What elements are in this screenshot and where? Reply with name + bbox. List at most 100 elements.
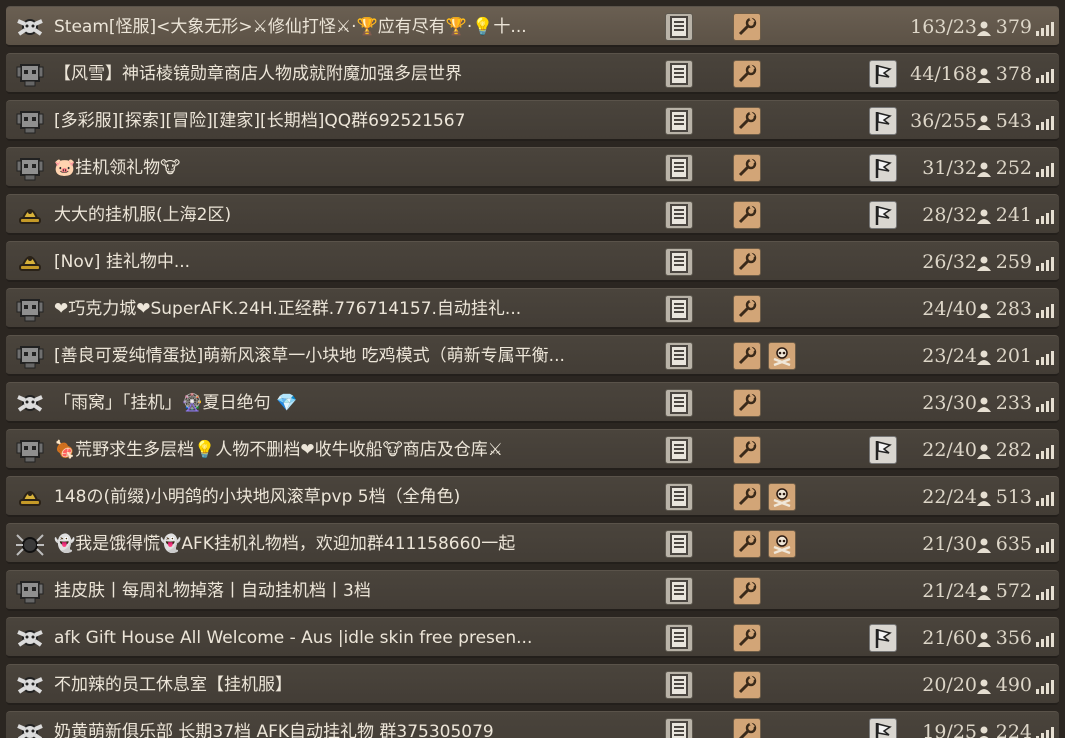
- server-row[interactable]: [善良可爱纯情蛋挞]萌新风滚草一小块地 吃鸡模式（萌新专属平衡... 23/24 2…: [6, 335, 1059, 376]
- server-row[interactable]: [多彩服][探索][冒险][建家][长期档]QQ群692521567 36/255…: [6, 100, 1059, 141]
- mods-wrench-icon: [733, 436, 761, 464]
- mods-wrench-icon: [733, 295, 761, 323]
- player-count: 379: [995, 16, 1032, 38]
- player-count-icon: [976, 678, 992, 694]
- ping-bars-icon: [1036, 256, 1054, 271]
- mods-wrench-icon: [733, 624, 761, 652]
- player-count: 241: [995, 204, 1032, 226]
- server-row[interactable]: 🐷挂机领礼物🐮 31/32 252: [6, 147, 1059, 188]
- ping-bars-icon: [1036, 679, 1054, 694]
- server-name: 挂皮肤丨每周礼物掉落丨自动挂机档丨3档: [54, 581, 371, 601]
- ping-bars-icon: [1036, 444, 1054, 459]
- server-row[interactable]: [Nov] 挂礼物中... 26/32 259: [6, 241, 1059, 282]
- ping-bars-icon: [1036, 585, 1054, 600]
- server-days: 21/60: [922, 627, 977, 649]
- server-row[interactable]: 挂皮肤丨每周礼物掉落丨自动挂机档丨3档 21/24 572: [6, 570, 1059, 611]
- mods-wrench-icon: [733, 577, 761, 605]
- mods-wrench-icon: [733, 60, 761, 88]
- server-name: ❤巧克力城❤SuperAFK.24H.正经群.776714157.自动挂礼...: [54, 299, 522, 319]
- server-days: 22/24: [922, 486, 977, 508]
- server-row[interactable]: ❤巧克力城❤SuperAFK.24H.正经群.776714157.自动挂礼...…: [6, 288, 1059, 329]
- player-count-icon: [976, 208, 992, 224]
- ping-bars-icon: [1036, 632, 1054, 647]
- server-row[interactable]: 👻我是饿得慌👻AFK挂机礼物档，欢迎加群411158660一起 21/30 635: [6, 523, 1059, 564]
- mods-wrench-icon: [733, 718, 761, 738]
- game-mode-icon: [665, 577, 693, 605]
- pvp-skull-icon: [768, 483, 796, 511]
- game-mode-icon: [665, 624, 693, 652]
- server-days: 28/32: [922, 204, 977, 226]
- yellow-hat-icon: [14, 199, 46, 231]
- server-name: 奶黄萌新俱乐部 长期37档 AFK自动挂礼物 群375305079: [54, 722, 494, 738]
- player-count-icon: [976, 443, 992, 459]
- dedicated-flag-icon: [869, 107, 897, 135]
- player-count-icon: [976, 396, 992, 412]
- server-days: 22/40: [922, 439, 977, 461]
- game-mode-icon: [665, 436, 693, 464]
- player-count-icon: [976, 349, 992, 365]
- dedicated-flag-icon: [869, 718, 897, 738]
- game-mode-icon: [665, 718, 693, 738]
- ping-bars-icon: [1036, 303, 1054, 318]
- server-row[interactable]: 🍖荒野求生多层档💡人物不删档❤收牛收船🐮商店及仓库⚔ 22/40 282: [6, 429, 1059, 470]
- ping-bars-icon: [1036, 538, 1054, 553]
- player-count-icon: [976, 255, 992, 271]
- player-count-icon: [976, 161, 992, 177]
- server-name: [善良可爱纯情蛋挞]萌新风滚草一小块地 吃鸡模式（萌新专属平衡...: [54, 346, 565, 366]
- player-count: 224: [995, 721, 1032, 738]
- server-days: 20/20: [922, 674, 977, 696]
- server-name: [Nov] 挂礼物中...: [54, 252, 191, 272]
- yellow-hat-icon: [14, 246, 46, 278]
- player-count: 572: [995, 580, 1032, 602]
- yellow-hat-icon: [14, 481, 46, 513]
- player-count: 356: [995, 627, 1032, 649]
- mods-wrench-icon: [733, 248, 761, 276]
- player-count: 635: [995, 533, 1032, 555]
- dedicated-flag-icon: [869, 154, 897, 182]
- player-count-icon: [976, 584, 992, 600]
- server-row[interactable]: 奶黄萌新俱乐部 长期37档 AFK自动挂礼物 群375305079 19/25 22…: [6, 711, 1059, 738]
- mods-wrench-icon: [733, 13, 761, 41]
- server-days: 23/24: [922, 345, 977, 367]
- server-row[interactable]: 不加辣的员工休息室【挂机服】 20/20 490: [6, 664, 1059, 705]
- robot-head-icon: [14, 434, 46, 466]
- mods-wrench-icon: [733, 530, 761, 558]
- player-count: 252: [995, 157, 1032, 179]
- game-mode-icon: [665, 530, 693, 558]
- game-mode-icon: [665, 342, 693, 370]
- server-row[interactable]: Steam[怪服]<大象无形>⚔修仙打怪⚔·🏆应有尽有🏆·💡十... 163/23…: [6, 6, 1059, 47]
- game-mode-icon: [665, 483, 693, 511]
- server-row[interactable]: afk Gift House All Welcome - Aus |idle s…: [6, 617, 1059, 658]
- ping-bars-icon: [1036, 21, 1054, 36]
- game-mode-icon: [665, 248, 693, 276]
- game-mode-icon: [665, 154, 693, 182]
- robot-head-icon: [14, 152, 46, 184]
- player-count-icon: [976, 114, 992, 130]
- server-name: 【风雪】神话棱镜勋章商店人物成就附魔加强多层世界: [54, 64, 462, 84]
- beefalo-head-icon: [14, 11, 46, 43]
- robot-head-icon: [14, 58, 46, 90]
- server-name: 大大的挂机服(上海2区): [54, 205, 232, 225]
- ping-bars-icon: [1036, 162, 1054, 177]
- server-days: 24/40: [922, 298, 977, 320]
- beefalo-head-icon: [14, 387, 46, 419]
- beefalo-head-icon: [14, 716, 46, 738]
- server-row[interactable]: 「雨窝」「挂机」🎡夏日绝句 💎 23/30 233: [6, 382, 1059, 423]
- mods-wrench-icon: [733, 107, 761, 135]
- server-name: Steam[怪服]<大象无形>⚔修仙打怪⚔·🏆应有尽有🏆·💡十...: [54, 17, 527, 37]
- ping-bars-icon: [1036, 491, 1054, 506]
- server-name: 不加辣的员工休息室【挂机服】: [54, 675, 292, 695]
- server-days: 21/24: [922, 580, 977, 602]
- server-row[interactable]: 148の(前缀)小明鸽的小块地风滚草pvp 5档（全角色) 22/24 513: [6, 476, 1059, 517]
- server-row[interactable]: 大大的挂机服(上海2区) 28/32 241: [6, 194, 1059, 235]
- server-days: 23/30: [922, 392, 977, 414]
- server-days: 36/255: [910, 110, 977, 132]
- player-count-icon: [976, 631, 992, 647]
- pvp-skull-icon: [768, 530, 796, 558]
- ping-bars-icon: [1036, 209, 1054, 224]
- server-row[interactable]: 【风雪】神话棱镜勋章商店人物成就附魔加强多层世界 44/168 378: [6, 53, 1059, 94]
- player-count: 233: [995, 392, 1032, 414]
- game-mode-icon: [665, 13, 693, 41]
- mods-wrench-icon: [733, 483, 761, 511]
- player-count: 201: [995, 345, 1032, 367]
